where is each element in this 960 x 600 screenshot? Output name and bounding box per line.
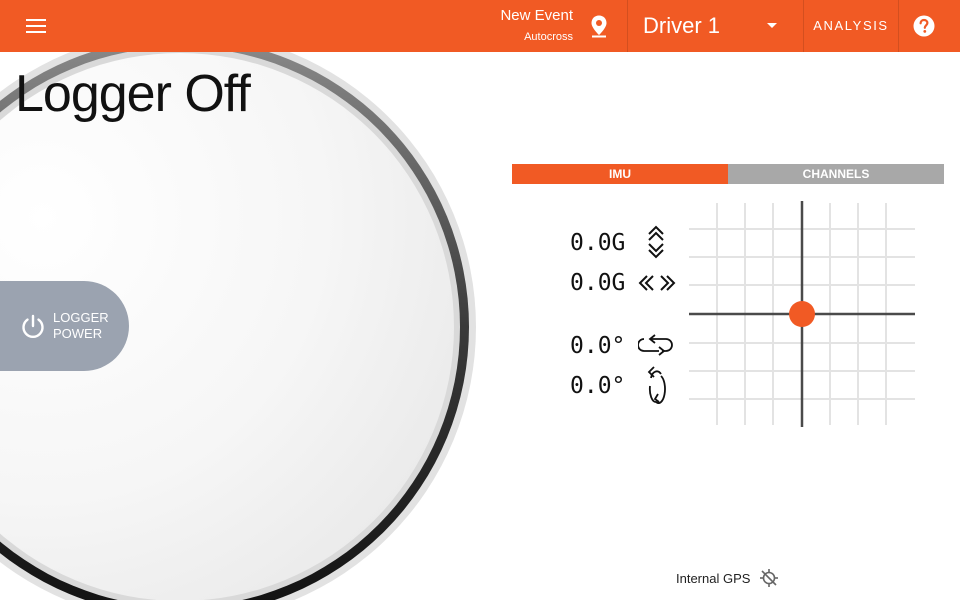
location-button[interactable]: [588, 14, 610, 38]
roll-value: 0.0°: [570, 373, 626, 399]
logger-power-label-line1: LOGGER: [53, 310, 109, 325]
menu-button[interactable]: [16, 14, 56, 38]
caret-down-icon: [767, 23, 777, 28]
logger-power-button[interactable]: LOGGER POWER: [0, 281, 129, 371]
help-button[interactable]: [912, 14, 936, 38]
imu-g-force-plot: [689, 201, 915, 427]
gps-status-label: Internal GPS: [676, 571, 751, 586]
driver-select[interactable]: Driver 1: [628, 0, 803, 52]
lateral-accel-value: 0.0G: [570, 270, 626, 296]
event-name: New Event: [500, 7, 573, 24]
tab-imu[interactable]: IMU: [512, 164, 728, 184]
hamburger-menu-icon: [26, 19, 46, 33]
topbar-divider: [898, 0, 899, 52]
tab-channels[interactable]: CHANNELS: [728, 164, 944, 184]
logger-power-label-line2: POWER: [53, 326, 103, 341]
map-pin-icon: [591, 15, 607, 38]
sensor-tabs: IMU CHANNELS: [512, 164, 944, 184]
roll-rotation-icon: [647, 366, 666, 404]
gps-off-icon: [760, 569, 778, 587]
g-force-indicator-dot: [789, 301, 815, 327]
logger-power-label: LOGGER POWER: [53, 310, 123, 342]
top-app-bar: New Event Autocross Driver 1 ANALYSIS: [0, 0, 960, 52]
event-selector[interactable]: New Event Autocross: [500, 6, 573, 44]
analysis-button[interactable]: ANALYSIS: [804, 0, 898, 52]
vertical-accel-value: 0.0G: [570, 230, 626, 256]
vertical-accel-icon: [648, 225, 664, 259]
event-type: Autocross: [524, 31, 573, 43]
yaw-value: 0.0°: [570, 333, 626, 359]
power-icon: [22, 314, 44, 338]
help-circle-icon: [913, 15, 935, 37]
driver-name: Driver 1: [643, 13, 721, 38]
app-root: Logger Off LOGGER POWER New Event Autocr…: [0, 0, 960, 600]
yaw-rotation-icon: [638, 334, 673, 356]
gps-button[interactable]: [759, 568, 779, 588]
lateral-accel-icon: [638, 275, 676, 291]
logger-status-title: Logger Off: [15, 65, 251, 123]
